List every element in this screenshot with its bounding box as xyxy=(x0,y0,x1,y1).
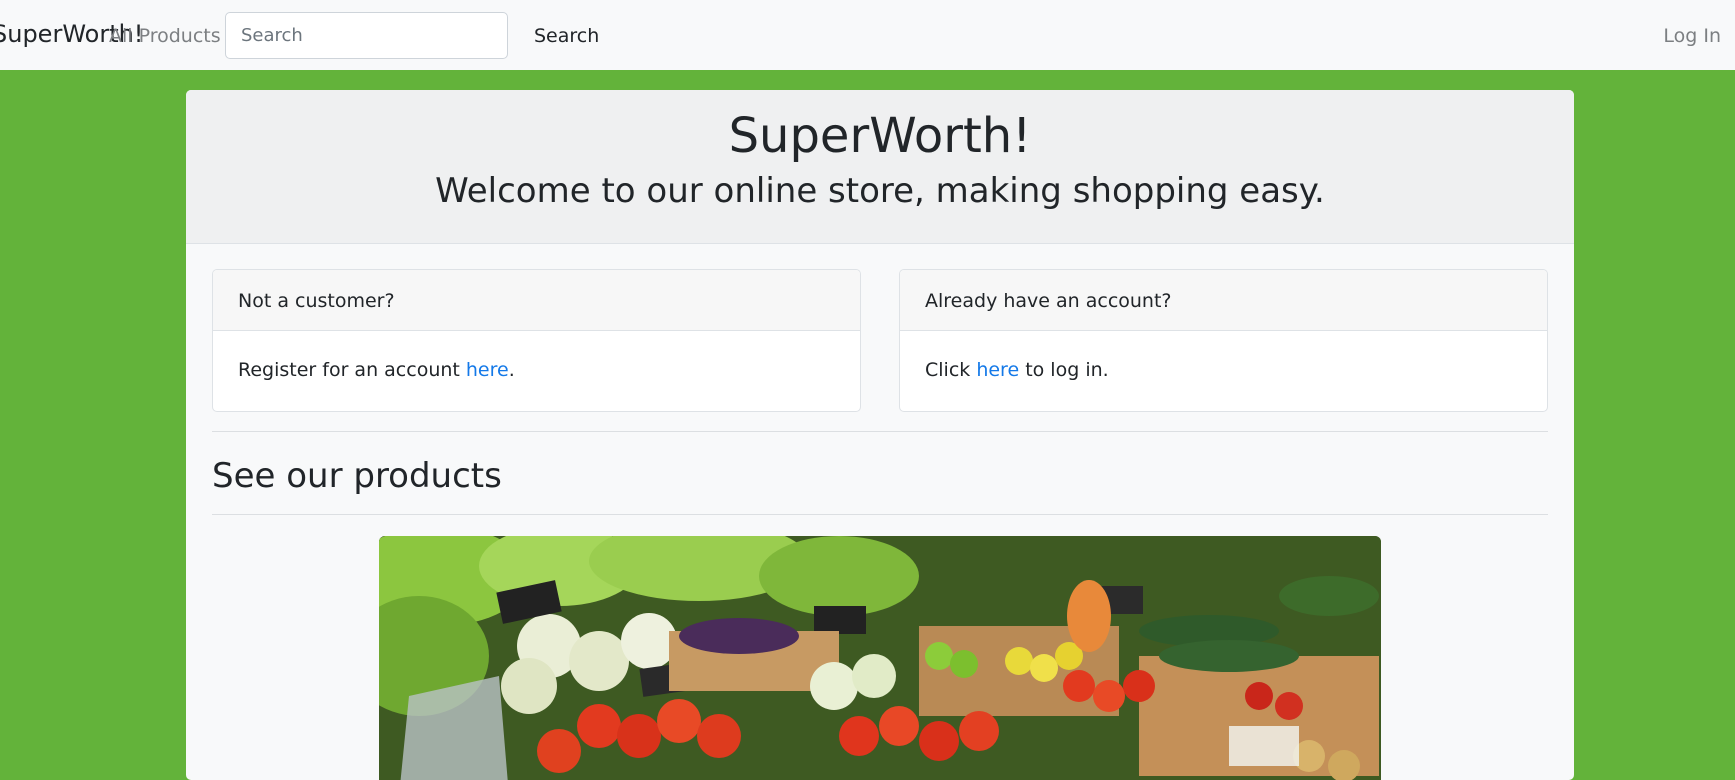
login-card: Already have an account? Click here to l… xyxy=(899,269,1548,412)
divider xyxy=(212,431,1548,432)
login-card-body: Click here to log in. xyxy=(900,331,1547,381)
nav-login-link[interactable]: Log In xyxy=(1663,25,1721,47)
login-card-header: Already have an account? xyxy=(900,270,1547,331)
produce-market-image xyxy=(379,536,1381,780)
register-text: Register for an account xyxy=(238,359,466,381)
login-text-end: to log in. xyxy=(1019,359,1109,381)
register-here-link[interactable]: here xyxy=(466,359,509,381)
jumbotron: SuperWorth! Welcome to our online store,… xyxy=(186,90,1574,244)
page-subtitle: Welcome to our online store, making shop… xyxy=(435,170,1325,211)
register-text-end: . xyxy=(508,359,515,381)
register-card-body: Register for an account here. xyxy=(213,331,860,381)
search-button[interactable]: Search xyxy=(520,12,613,59)
search-input[interactable] xyxy=(225,12,508,59)
main-container: SuperWorth! Welcome to our online store,… xyxy=(186,90,1574,780)
divider xyxy=(212,514,1548,515)
page-title: SuperWorth! xyxy=(728,108,1032,164)
login-text: Click xyxy=(925,359,977,381)
top-navbar: SuperWorth! All Products Search Log In xyxy=(0,0,1735,70)
nav-all-products-link[interactable]: All Products xyxy=(109,25,221,47)
register-card-header: Not a customer? xyxy=(213,270,860,331)
products-heading: See our products xyxy=(212,456,502,496)
login-here-link[interactable]: here xyxy=(976,359,1019,381)
account-cards: Not a customer? Register for an account … xyxy=(212,269,1548,412)
register-card: Not a customer? Register for an account … xyxy=(212,269,861,412)
